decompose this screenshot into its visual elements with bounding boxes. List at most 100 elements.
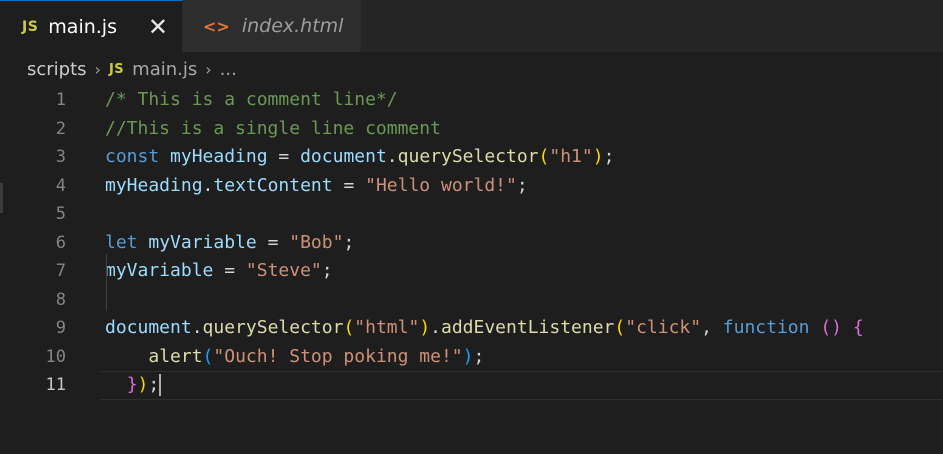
close-icon[interactable]: ✕ [148, 15, 168, 39]
code-token: ) [137, 374, 149, 395]
html-file-icon: <> [203, 16, 230, 36]
code-token: = [256, 231, 290, 253]
code-token: myVariable [105, 260, 214, 281]
code-token: "Bob" [289, 231, 344, 253]
code-token: "Steve" [245, 260, 322, 281]
code-token: document [300, 146, 387, 167]
code-token: ) [419, 317, 431, 338]
code-token: ; [321, 260, 333, 281]
code-token: "h1" [549, 146, 593, 167]
code-token: . [430, 317, 441, 338]
code-token: "Hello world!" [365, 174, 517, 196]
code-token: { [852, 317, 864, 338]
code-token: "html" [354, 317, 420, 338]
tab-index-html[interactable]: <> index.html [183, 0, 361, 52]
breadcrumb-folder[interactable]: scripts [27, 59, 87, 80]
code-token: alert [148, 345, 203, 367]
js-file-icon: JS [108, 61, 125, 77]
code-line[interactable]: 5 [0, 200, 943, 229]
breadcrumb-symbols[interactable]: ... [220, 59, 237, 80]
code-text: }); [105, 371, 162, 400]
line-number: 10 [45, 346, 66, 367]
code-line[interactable]: 7 myVariable = "Steve"; [0, 257, 943, 286]
code-line[interactable]: 8 [0, 286, 943, 315]
code-token: ( [614, 317, 626, 338]
code-token: ) [462, 345, 474, 367]
code-token: . [202, 174, 214, 196]
code-token: "Ouch! Stop poking me!" [213, 345, 463, 367]
code-token: let [105, 231, 138, 253]
code-line[interactable]: 2 //This is a single line comment [0, 115, 943, 144]
code-token: . [191, 317, 203, 338]
code-line[interactable]: 11 }); [0, 371, 943, 400]
tab-label: index.html [241, 15, 344, 37]
code-token: const [105, 146, 160, 167]
code-text: myHeading.textContent = "Hello world!"; [105, 172, 528, 201]
code-line[interactable]: 3 const myHeading = document.querySelecto… [0, 143, 943, 172]
code-token: ( [538, 146, 550, 167]
code-token: = [267, 146, 301, 167]
code-token: "click" [625, 317, 702, 338]
code-line[interactable]: 6 let myVariable = "Bob"; [0, 229, 943, 258]
code-text: /* This is a comment line*/ [105, 86, 398, 115]
code-token: textContent [213, 174, 333, 196]
code-token: function [722, 317, 810, 338]
code-text: const myHeading = document.querySelector… [105, 143, 614, 172]
code-token: () [820, 317, 843, 338]
code-token: /* This is a comment line*/ [105, 89, 398, 110]
line-number: 4 [55, 175, 66, 196]
text-cursor [159, 374, 162, 396]
code-token: ; [148, 374, 160, 395]
tab-main-js[interactable]: JS main.js ✕ [0, 0, 183, 52]
code-token: ) [592, 146, 604, 167]
code-token: addEventListener [441, 317, 615, 338]
code-text: alert("Ouch! Stop poking me!"); [105, 343, 484, 372]
line-number: 2 [55, 118, 66, 139]
code-line[interactable]: 4 myHeading.textContent = "Hello world!"; [0, 172, 943, 201]
code-text: document.querySelector("html").addEventL… [105, 314, 864, 343]
code-token: ; [473, 345, 485, 367]
code-token: querySelector [202, 317, 344, 338]
code-token: ; [343, 231, 355, 253]
code-token: //This is a single line comment [105, 117, 441, 139]
line-number: 6 [55, 232, 66, 253]
code-line[interactable]: 1 /* This is a comment line*/ [0, 86, 943, 115]
chevron-right-icon: › [205, 59, 212, 79]
tab-label: main.js [48, 15, 117, 38]
breadcrumb-file[interactable]: main.js [132, 59, 197, 80]
code-editor[interactable]: 1 /* This is a comment line*/ 2 //This is a… [0, 86, 943, 400]
code-token: myHeading [105, 174, 203, 196]
line-number: 8 [55, 289, 66, 310]
line-number: 11 [45, 375, 66, 395]
code-token: , [701, 317, 723, 338]
breadcrumb: scripts › JS main.js › ... [0, 52, 943, 86]
line-number: 9 [55, 318, 66, 338]
code-token: . [386, 146, 398, 167]
line-number: 1 [55, 90, 66, 110]
code-line[interactable]: 10 alert("Ouch! Stop poking me!"); [0, 343, 943, 372]
code-token: } [126, 374, 138, 395]
code-token: = [332, 174, 366, 196]
js-file-icon: JS [22, 18, 39, 35]
line-number: 5 [55, 204, 66, 224]
line-number: 7 [55, 261, 66, 281]
line-number: 3 [55, 147, 66, 167]
code-token: ; [603, 146, 615, 167]
code-line[interactable]: 9 document.querySelector("html").addEvent… [0, 314, 943, 343]
tab-bar: JS main.js ✕ <> index.html [0, 0, 943, 52]
code-text: myVariable = "Steve"; [105, 257, 333, 286]
chevron-right-icon: › [94, 59, 101, 79]
code-token: querySelector [397, 146, 539, 167]
code-text: //This is a single line comment [105, 115, 441, 144]
code-text: let myVariable = "Bob"; [105, 229, 354, 258]
code-token: ; [516, 174, 528, 196]
code-token: document [105, 317, 192, 338]
code-token: ( [343, 317, 355, 338]
indent-guide [106, 254, 107, 311]
